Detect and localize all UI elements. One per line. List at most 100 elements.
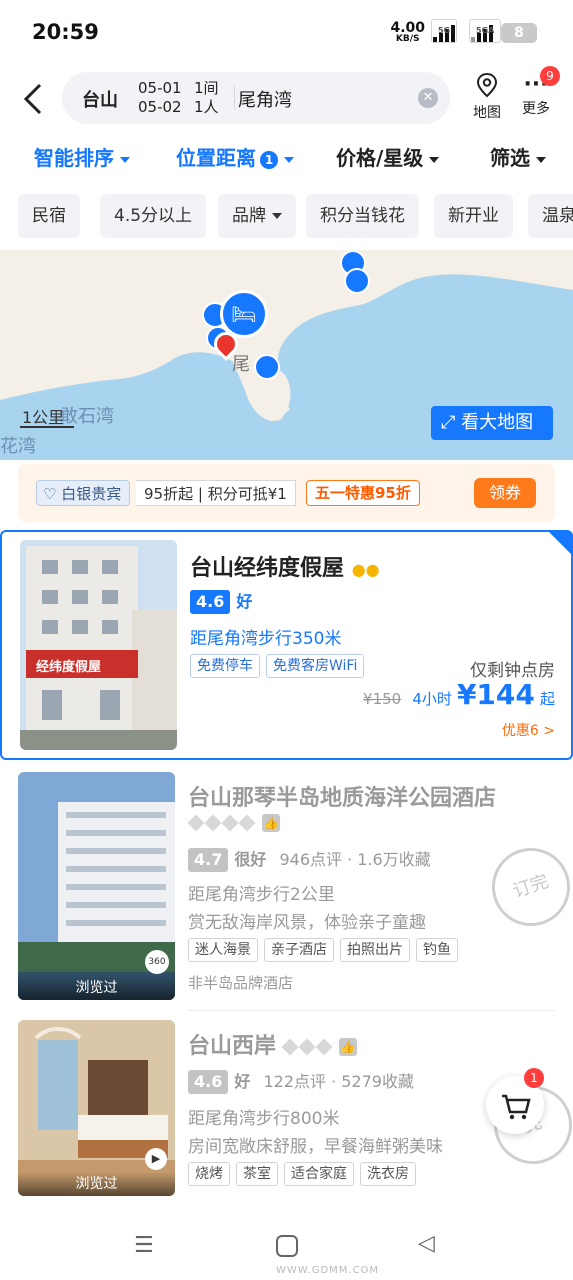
sort-distance[interactable]: 位置距离 1 — [176, 142, 294, 171]
map-scale: 1公里 — [22, 408, 65, 427]
city-label[interactable]: 台山 — [82, 86, 118, 112]
hotel-tags: 烧烤 茶室 适合家庭 洗衣房 — [188, 1162, 416, 1186]
hotel-photo[interactable]: 经纬度假屋 — [20, 540, 177, 750]
hotel-card[interactable]: 360 浏览过 台山那琴半岛地质海洋公园酒店 👍 4.7 很好 946点评 · 1… — [0, 768, 573, 1008]
home-icon[interactable] — [276, 1235, 298, 1257]
system-nav-bar: ☰ ◁ WWW.GDMM.COM — [0, 1215, 573, 1280]
hotel-photo[interactable]: 360 浏览过 — [18, 772, 175, 1000]
chip-new[interactable]: 新开业 — [434, 194, 513, 238]
sort-smart[interactable]: 智能排序 — [34, 142, 130, 171]
signal-icon: 5GA — [469, 19, 502, 43]
hotel-distance: 距尾角湾步行800米 — [188, 1109, 340, 1129]
tag: 亲子酒店 — [264, 938, 334, 962]
sort-bar: 智能排序 位置距离 1 价格/星级 筛选 — [0, 140, 573, 176]
thumb-icon: 👍 — [338, 1038, 357, 1056]
network-speed: 4.00 KB/S — [390, 20, 425, 44]
status-time: 20:59 — [32, 20, 99, 44]
hotel-marker-icon[interactable] — [344, 268, 370, 294]
star-level-icon: 👍 — [187, 812, 280, 832]
score-badge: 4.6 — [190, 590, 231, 614]
hotel-distance: 距尾角湾步行350米 — [190, 629, 342, 649]
hotel-name[interactable]: 台山那琴半岛地质海洋公园酒店 — [188, 780, 496, 812]
big-map-button[interactable]: ⤢ 看大地图 — [431, 406, 553, 440]
signal-icon: 5G — [431, 19, 458, 43]
chip-brand[interactable]: 品牌 — [218, 194, 296, 238]
watermark: WWW.GDMM.COM — [276, 1265, 380, 1276]
selected-hotel-marker-icon[interactable]: 🛏 — [220, 290, 268, 338]
score-badge: 4.6 — [188, 1070, 229, 1094]
tag: 茶室 — [236, 1162, 278, 1186]
rating-word: 好 — [234, 1072, 251, 1091]
hotel-photo-image — [18, 1020, 175, 1196]
back-nav-icon[interactable]: ◁ — [418, 1231, 435, 1256]
original-price: ¥150 — [363, 690, 402, 708]
more-label: 更多 — [522, 101, 550, 117]
promo-tag: 五一特惠95折 — [306, 480, 420, 506]
level-dots-icon: ●● — [351, 560, 380, 579]
thumb-icon: 👍 — [262, 813, 280, 832]
price-row[interactable]: ¥150 4小时 ¥144 起 — [363, 678, 555, 711]
tag: 适合家庭 — [284, 1162, 354, 1186]
member-level: ♡ 白银贵宾 — [36, 480, 131, 506]
location-pin-icon — [476, 72, 498, 98]
hotel-tags: 免费停车 免费客房WiFi — [190, 654, 365, 678]
member-banner[interactable]: ♡ 白银贵宾 95折起 | 积分可抵¥1 五一特惠95折 领券 — [18, 464, 555, 522]
chip-points[interactable]: 积分当钱花 — [306, 194, 419, 238]
play-icon[interactable]: ▶ — [145, 1148, 167, 1170]
hotel-highlight: 房间宽敞床舒服，早餐海鲜粥美味 — [188, 1137, 443, 1157]
hotel-highlight: 赏无敌海岸风景，体验亲子童趣 — [188, 913, 426, 933]
rating-row: 4.7 很好 946点评 · 1.6万收藏 — [188, 846, 431, 872]
tag: 免费停车 — [190, 654, 260, 678]
rating-word: 好 — [236, 592, 253, 611]
hotel-photo[interactable]: ▶ 浏览过 — [18, 1020, 175, 1196]
review-count: 122点评 · 5279收藏 — [263, 1072, 414, 1091]
corner-bed-icon — [549, 532, 571, 554]
hotel-card[interactable]: 经纬度假屋 台山经纬度假屋 ●● 4.6 好 距尾角湾步行350米 免费停车 免费… — [0, 530, 573, 760]
back-button[interactable] — [20, 82, 50, 116]
rating-row: 4.6 好 — [190, 588, 252, 614]
recents-icon[interactable]: ☰ — [134, 1233, 154, 1258]
status-bar: 20:59 4.00 KB/S 5G 5GA 8 — [0, 0, 573, 64]
hotel-name[interactable]: 台山经纬度假屋 ●● — [190, 550, 380, 582]
expand-icon: ⤢ — [441, 412, 462, 433]
map-button[interactable]: 地图 — [465, 72, 509, 122]
sold-out-stamp: 订完 — [481, 837, 573, 937]
map-place: 花湾 — [0, 436, 36, 457]
discount-link[interactable]: 优惠6 > — [502, 720, 555, 740]
diamond-icon: ♡ — [43, 485, 62, 503]
chip-hotspring[interactable]: 温泉 — [528, 194, 573, 238]
star-level-icon: 👍 — [281, 1034, 357, 1059]
tag: 免费客房WiFi — [266, 654, 365, 678]
viewed-label: 浏览过 — [18, 1172, 175, 1196]
sort-filter[interactable]: 筛选 — [490, 142, 546, 171]
search-keyword[interactable]: 尾角湾 — [238, 86, 292, 112]
search-bar[interactable]: 台山 05-01 05-02 1间 1人 尾角湾 ✕ — [62, 72, 450, 124]
clear-icon[interactable]: ✕ — [418, 88, 438, 108]
hours-label: 4小时 — [412, 690, 452, 708]
rating-word: 很好 — [234, 850, 267, 869]
tag: 钓鱼 — [416, 938, 458, 962]
date-range[interactable]: 05-01 05-02 — [138, 79, 182, 117]
map-place: 尾 — [232, 354, 250, 375]
hotel-tags: 迷人海景 亲子酒店 拍照出片 钓鱼 — [188, 938, 458, 962]
chip-homestay[interactable]: 民宿 — [18, 194, 80, 238]
tag: 迷人海景 — [188, 938, 258, 962]
hotel-sign: 经纬度假屋 — [36, 660, 102, 675]
map-place: 敢石湾 — [60, 406, 114, 427]
price: ¥144 — [456, 678, 535, 711]
get-coupon-button[interactable]: 领券 — [474, 478, 536, 508]
sort-price[interactable]: 价格/星级 — [336, 142, 440, 171]
map-scale-bar — [20, 426, 74, 428]
map-view[interactable]: 敢石湾 花湾 尾 1公里 🛏 ⤢ 看大地图 — [0, 250, 573, 460]
hotel-marker-icon[interactable] — [254, 354, 280, 380]
chip-rating[interactable]: 4.5分以上 — [100, 194, 207, 238]
tag: 烧烤 — [188, 1162, 230, 1186]
room-guest-count[interactable]: 1间 1人 — [194, 79, 219, 117]
battery-icon: 8 — [501, 23, 537, 43]
tag: 拍照出片 — [340, 938, 410, 962]
hotel-name[interactable]: 台山西岸 👍 — [188, 1028, 357, 1060]
cart-button[interactable]: 1 — [486, 1068, 544, 1134]
review-count: 946点评 · 1.6万收藏 — [279, 850, 431, 869]
panorama-360-icon[interactable]: 360 — [145, 950, 169, 974]
more-button[interactable]: ··· 更多 9 — [514, 66, 560, 118]
